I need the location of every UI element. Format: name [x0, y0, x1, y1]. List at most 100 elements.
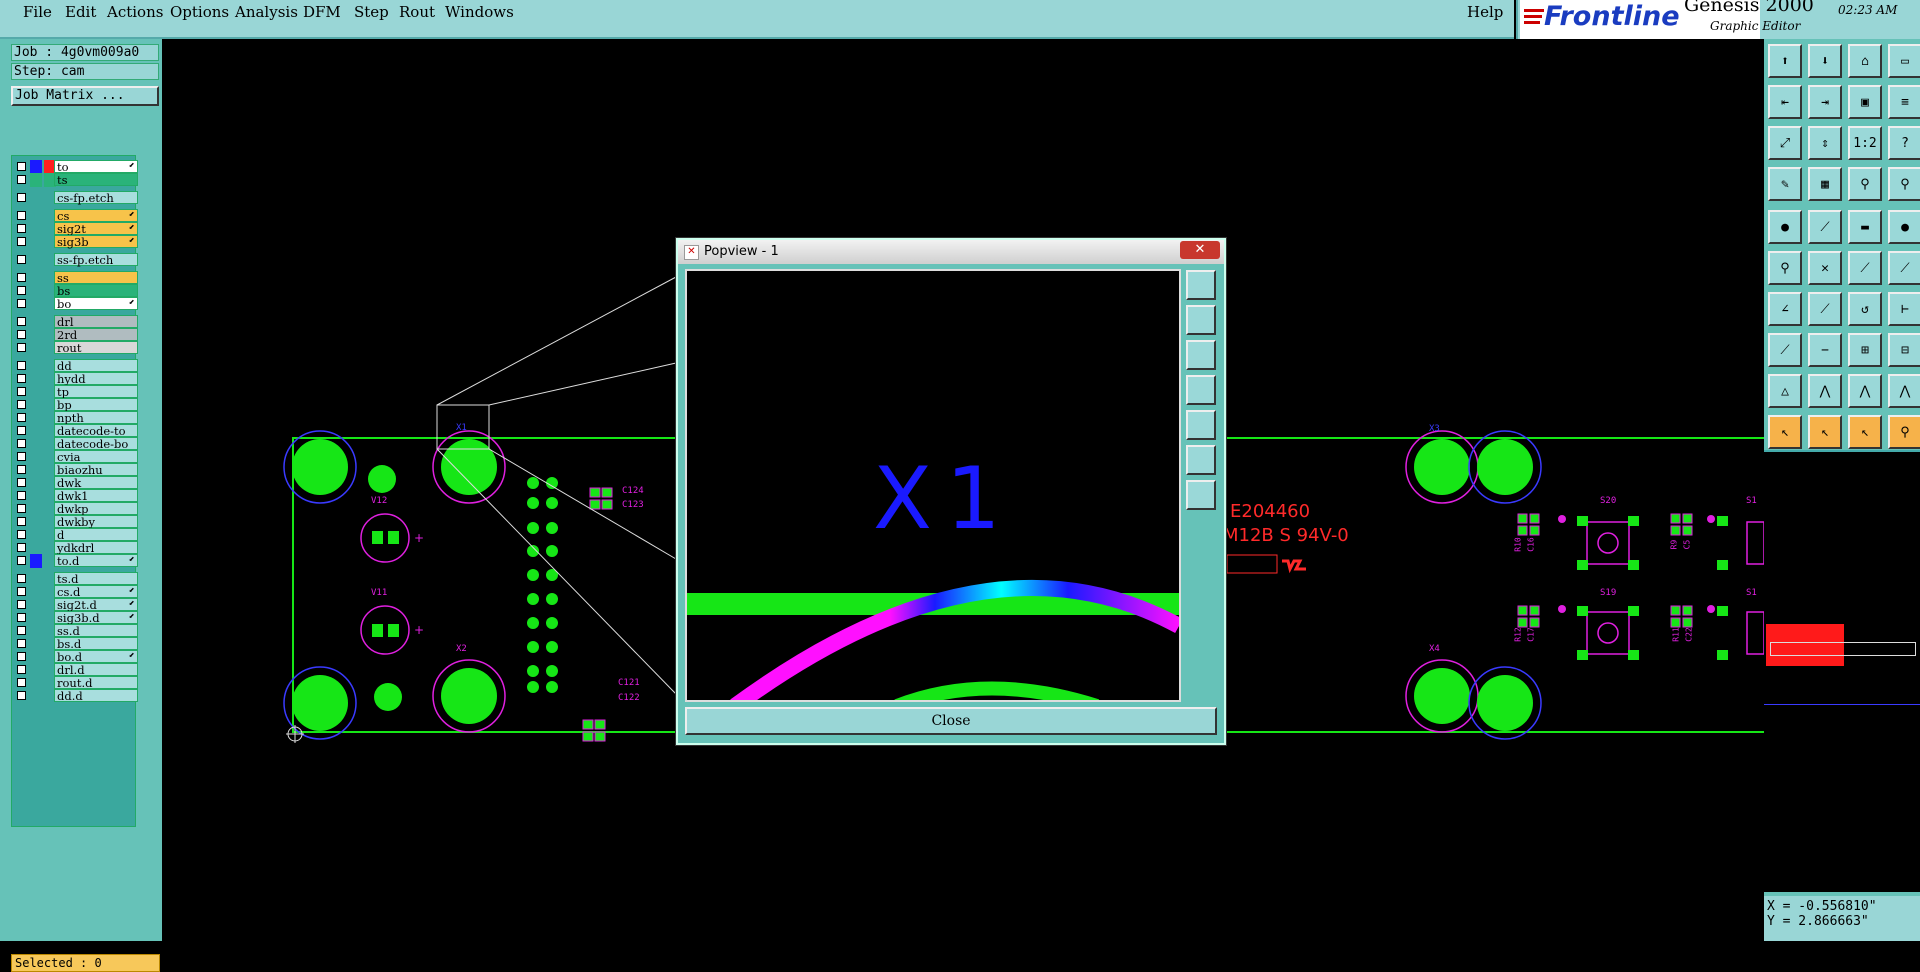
- layer-checkbox[interactable]: [17, 162, 26, 171]
- layer-row-to[interactable]: to ⬋: [17, 160, 143, 174]
- layer-checkbox[interactable]: [17, 678, 26, 687]
- menu-edit[interactable]: Edit: [65, 3, 96, 21]
- layer-checkbox[interactable]: [17, 665, 26, 674]
- tool-button-23[interactable]: ⟋: [1848, 251, 1882, 285]
- tool-button-13[interactable]: ✎: [1768, 167, 1802, 201]
- layer-checkbox[interactable]: [17, 574, 26, 583]
- layer-checkbox[interactable]: [17, 317, 26, 326]
- layer-checkbox[interactable]: [17, 587, 26, 596]
- layer-name[interactable]: sig2t.d: [54, 598, 138, 612]
- overview-display[interactable]: [1764, 450, 1920, 892]
- layer-name[interactable]: ts: [54, 173, 138, 187]
- layer-name[interactable]: 2rd: [54, 328, 138, 342]
- tool-button-14[interactable]: ▦: [1808, 167, 1842, 201]
- layer-row-drl[interactable]: drl: [17, 315, 143, 329]
- popview-canvas[interactable]: X1: [685, 269, 1181, 702]
- layer-name[interactable]: datecode-bo: [54, 437, 138, 451]
- layer-checkbox[interactable]: [17, 543, 26, 552]
- layer-checkbox[interactable]: [17, 413, 26, 422]
- tool-button-7[interactable]: ▣: [1848, 85, 1882, 119]
- tool-button-1[interactable]: ⬆: [1768, 44, 1802, 78]
- layer-checkbox[interactable]: [17, 374, 26, 383]
- layer-name[interactable]: hydd: [54, 372, 138, 386]
- layer-checkbox[interactable]: [17, 530, 26, 539]
- layer-checkbox[interactable]: [17, 600, 26, 609]
- menu-help[interactable]: Help: [1467, 3, 1503, 21]
- layer-checkbox[interactable]: [17, 286, 26, 295]
- popview-tool-3[interactable]: [1186, 340, 1216, 370]
- layer-name[interactable]: sig2t: [54, 222, 138, 236]
- tool-button-26[interactable]: ⟋: [1808, 292, 1842, 326]
- tool-button-28[interactable]: ⊢: [1888, 292, 1920, 326]
- tool-button-5[interactable]: ⇤: [1768, 85, 1802, 119]
- layer-checkbox[interactable]: [17, 491, 26, 500]
- layer-row-sig2t-d[interactable]: sig2t.d ⬋: [17, 598, 143, 612]
- layer-row-hydd[interactable]: hydd: [17, 372, 143, 386]
- job-matrix-button[interactable]: Job Matrix ...: [11, 86, 159, 106]
- tool-button-19[interactable]: ▬: [1848, 210, 1882, 244]
- layer-row-ss-fp-etch[interactable]: ss-fp.etch: [17, 253, 143, 267]
- menu-rout[interactable]: Rout: [399, 3, 435, 21]
- tool-button-3[interactable]: ⌂: [1848, 44, 1882, 78]
- layer-row-npth[interactable]: npth: [17, 411, 143, 425]
- layer-row-to-d[interactable]: to.d ⬋: [17, 554, 143, 568]
- menu-options[interactable]: Options: [170, 3, 229, 21]
- layer-row-drl-d[interactable]: drl.d: [17, 663, 143, 677]
- layer-name[interactable]: drl: [54, 315, 138, 329]
- layer-name[interactable]: bp: [54, 398, 138, 412]
- layer-row-d[interactable]: d: [17, 528, 143, 542]
- popview-tool-7[interactable]: [1186, 480, 1216, 510]
- layer-name[interactable]: dd.d: [54, 689, 138, 703]
- layer-row-2rd[interactable]: 2rd: [17, 328, 143, 342]
- menu-file[interactable]: File: [23, 3, 52, 21]
- menu-step[interactable]: Step: [354, 3, 389, 21]
- tool-button-40[interactable]: ⚲: [1888, 415, 1920, 449]
- layer-name[interactable]: bs.d: [54, 637, 138, 651]
- tool-button-21[interactable]: ⚲: [1768, 251, 1802, 285]
- tool-button-38[interactable]: ↖: [1808, 415, 1842, 449]
- layer-row-ss-d[interactable]: ss.d: [17, 624, 143, 638]
- tool-button-4[interactable]: ▭: [1888, 44, 1920, 78]
- layer-checkbox[interactable]: [17, 193, 26, 202]
- layer-name[interactable]: cs-fp.etch: [54, 191, 138, 205]
- layer-row-cvia[interactable]: cvia: [17, 450, 143, 464]
- tool-button-16[interactable]: ⚲: [1888, 167, 1920, 201]
- layer-name[interactable]: to: [54, 160, 138, 174]
- layer-row-dwkp[interactable]: dwkp: [17, 502, 143, 516]
- tool-button-35[interactable]: ⋀: [1848, 374, 1882, 408]
- layer-checkbox[interactable]: [17, 387, 26, 396]
- tool-button-37[interactable]: ↖: [1768, 415, 1802, 449]
- layer-row-bs[interactable]: bs: [17, 284, 143, 298]
- layer-name[interactable]: dd: [54, 359, 138, 373]
- popview-tool-4[interactable]: [1186, 375, 1216, 405]
- layer-row-datecode-to[interactable]: datecode-to: [17, 424, 143, 438]
- layer-name[interactable]: ydkdrl: [54, 541, 138, 555]
- tool-button-34[interactable]: ⋀: [1808, 374, 1842, 408]
- layer-name[interactable]: dwk1: [54, 489, 138, 503]
- tool-button-6[interactable]: ⇥: [1808, 85, 1842, 119]
- popview-tool-6[interactable]: [1186, 445, 1216, 475]
- layer-checkbox[interactable]: [17, 255, 26, 264]
- layer-checkbox[interactable]: [17, 556, 26, 565]
- layer-checkbox[interactable]: [17, 361, 26, 370]
- tool-button-25[interactable]: ∠: [1768, 292, 1802, 326]
- layer-row-ss[interactable]: ss: [17, 271, 143, 285]
- tool-button-27[interactable]: ↺: [1848, 292, 1882, 326]
- layer-checkbox[interactable]: [17, 639, 26, 648]
- layer-name[interactable]: dwkby: [54, 515, 138, 529]
- layer-checkbox[interactable]: [17, 273, 26, 282]
- layer-row-dd[interactable]: dd: [17, 359, 143, 373]
- tool-button-24[interactable]: ⟋: [1888, 251, 1920, 285]
- layer-checkbox[interactable]: [17, 478, 26, 487]
- layer-row-dwkby[interactable]: dwkby: [17, 515, 143, 529]
- layer-row-bp[interactable]: bp: [17, 398, 143, 412]
- layer-name[interactable]: ts.d: [54, 572, 138, 586]
- popview-close-button[interactable]: Close: [685, 707, 1217, 735]
- layer-row-dwk1[interactable]: dwk1: [17, 489, 143, 503]
- layer-name[interactable]: sig3b.d: [54, 611, 138, 625]
- popview-tool-5[interactable]: [1186, 410, 1216, 440]
- menu-analysis[interactable]: Analysis: [235, 3, 298, 21]
- tool-button-39[interactable]: ↖: [1848, 415, 1882, 449]
- layer-name[interactable]: ss-fp.etch: [54, 253, 138, 267]
- layer-row-ts[interactable]: ts: [17, 173, 143, 187]
